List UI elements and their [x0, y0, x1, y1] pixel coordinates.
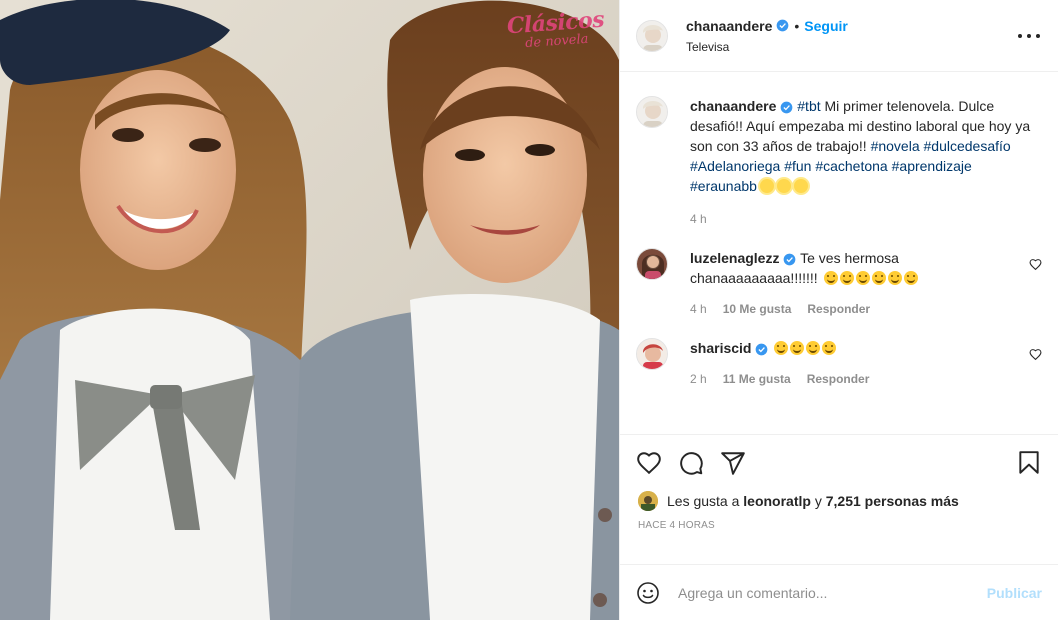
- verified-badge-icon: [777, 19, 789, 32]
- share-icon[interactable]: [720, 450, 746, 476]
- smile-emoji-group: [822, 270, 918, 286]
- post-sidebar: chanaandere • Seguir Televisa chanaander…: [619, 0, 1058, 620]
- likes-prefix: Les gusta a: [667, 493, 744, 509]
- reply-button[interactable]: Responder: [807, 302, 870, 316]
- heart-icon[interactable]: [636, 450, 662, 476]
- smile-emoji-group: [772, 340, 837, 356]
- comment-username[interactable]: luzelenaglezz: [690, 250, 779, 266]
- reply-button[interactable]: Responder: [807, 372, 870, 386]
- hashtag-link[interactable]: #dulcedesafío: [924, 138, 1011, 154]
- liker-avatar[interactable]: [638, 491, 658, 511]
- smile-emoji-icon: [790, 341, 805, 355]
- add-comment-bar: Publicar: [620, 564, 1058, 620]
- hashtag-link[interactable]: #tbt: [797, 98, 820, 114]
- action-bar: [620, 434, 1058, 490]
- smile-emoji-icon: [822, 341, 837, 355]
- author-avatar[interactable]: [636, 19, 668, 52]
- caption-avatar[interactable]: [636, 96, 668, 128]
- smile-emoji-icon: [823, 271, 838, 285]
- post-header: chanaandere • Seguir Televisa: [620, 0, 1058, 72]
- hashtag-link[interactable]: #novela: [871, 138, 920, 154]
- caption-time[interactable]: 4 h: [690, 212, 707, 226]
- caption-body: chanaandere #tbt Mi primer telenovela. D…: [690, 96, 1042, 226]
- post-photo[interactable]: Clásicos de novela: [0, 0, 619, 620]
- comment-like-heart-icon[interactable]: [1029, 348, 1042, 361]
- comment-body: luzelenaglezz Te ves hermosa chanaaaaaaa…: [690, 248, 1042, 316]
- hashtag-link[interactable]: #fun: [784, 158, 811, 174]
- smile-emoji-icon: [871, 271, 886, 285]
- publish-button[interactable]: Publicar: [987, 585, 1042, 601]
- comment-time[interactable]: 4 h: [690, 302, 707, 316]
- verified-badge-icon: [781, 101, 793, 114]
- comment-meta: 2 h 11 Me gusta Responder: [690, 372, 1014, 386]
- smile-emoji-icon: [887, 271, 902, 285]
- smile-emoji-icon: [806, 341, 821, 355]
- likes-count[interactable]: 7,251 personas más: [826, 493, 959, 509]
- hashtag-link[interactable]: #eraunabb: [690, 178, 757, 194]
- header-text: chanaandere • Seguir Televisa: [686, 18, 848, 54]
- comment-time[interactable]: 2 h: [690, 372, 707, 386]
- likes-summary: Les gusta a leonoratlp y 7,251 personas …: [620, 490, 1058, 512]
- sun-emoji-icon: [776, 179, 791, 193]
- verified-badge-icon: [756, 343, 768, 356]
- header-row: chanaandere • Seguir: [686, 18, 848, 34]
- more-options-icon[interactable]: [1018, 28, 1040, 44]
- bookmark-icon[interactable]: [1016, 450, 1042, 476]
- caption-username[interactable]: chanaandere: [690, 98, 776, 114]
- emoji-picker-icon[interactable]: [636, 581, 660, 605]
- comment-like-heart-icon[interactable]: [1029, 258, 1042, 271]
- post-location[interactable]: Televisa: [686, 40, 848, 54]
- hashtag-link[interactable]: #aprendizaje: [892, 158, 972, 174]
- hashtag-link[interactable]: #Adelanoriega: [690, 158, 780, 174]
- smile-emoji-icon: [903, 271, 918, 285]
- hashtag-link[interactable]: #cachetona: [815, 158, 887, 174]
- caption-meta: 4 h: [690, 212, 1034, 226]
- comments-list[interactable]: chanaandere #tbt Mi primer telenovela. D…: [620, 72, 1058, 434]
- comment-item: shariscid 2 h 11 Me gusta Responder: [636, 338, 1042, 386]
- comment-input[interactable]: [678, 584, 987, 601]
- comment-username[interactable]: shariscid: [690, 340, 751, 356]
- smile-emoji-icon: [855, 271, 870, 285]
- verified-badge-icon: [784, 253, 796, 266]
- sun-emoji-icon: [759, 179, 774, 193]
- comment-icon[interactable]: [678, 450, 704, 476]
- comment-item: luzelenaglezz Te ves hermosa chanaaaaaaa…: [636, 248, 1042, 316]
- smile-emoji-icon: [774, 341, 789, 355]
- comment-text: luzelenaglezz Te ves hermosa chanaaaaaaa…: [690, 248, 1014, 288]
- caption: chanaandere #tbt Mi primer telenovela. D…: [636, 96, 1042, 226]
- author-username[interactable]: chanaandere: [686, 18, 772, 34]
- watermark-logo: Clásicos de novela: [505, 7, 607, 52]
- likes-connector: y: [810, 493, 826, 509]
- comment-likes[interactable]: 10 Me gusta: [723, 302, 792, 316]
- smile-emoji-icon: [839, 271, 854, 285]
- commenter-avatar[interactable]: [636, 248, 668, 280]
- comment-body: shariscid 2 h 11 Me gusta Responder: [690, 338, 1042, 386]
- follow-button[interactable]: Seguir: [804, 18, 848, 34]
- comment-text: shariscid: [690, 338, 1014, 358]
- commenter-avatar[interactable]: [636, 338, 668, 370]
- instagram-post: Clásicos de novela chanaandere • Seguir …: [0, 0, 1058, 620]
- header-separator: •: [794, 17, 800, 34]
- liker-username[interactable]: leonoratlp: [743, 493, 811, 509]
- caption-text: chanaandere #tbt Mi primer telenovela. D…: [690, 96, 1034, 196]
- sun-emoji-group: [757, 178, 808, 194]
- photo-illustration: [0, 0, 619, 620]
- post-timestamp[interactable]: Hace 4 horas: [620, 520, 1058, 540]
- comment-meta: 4 h 10 Me gusta Responder: [690, 302, 1014, 316]
- sun-emoji-icon: [793, 179, 808, 193]
- comment-likes[interactable]: 11 Me gusta: [723, 372, 791, 386]
